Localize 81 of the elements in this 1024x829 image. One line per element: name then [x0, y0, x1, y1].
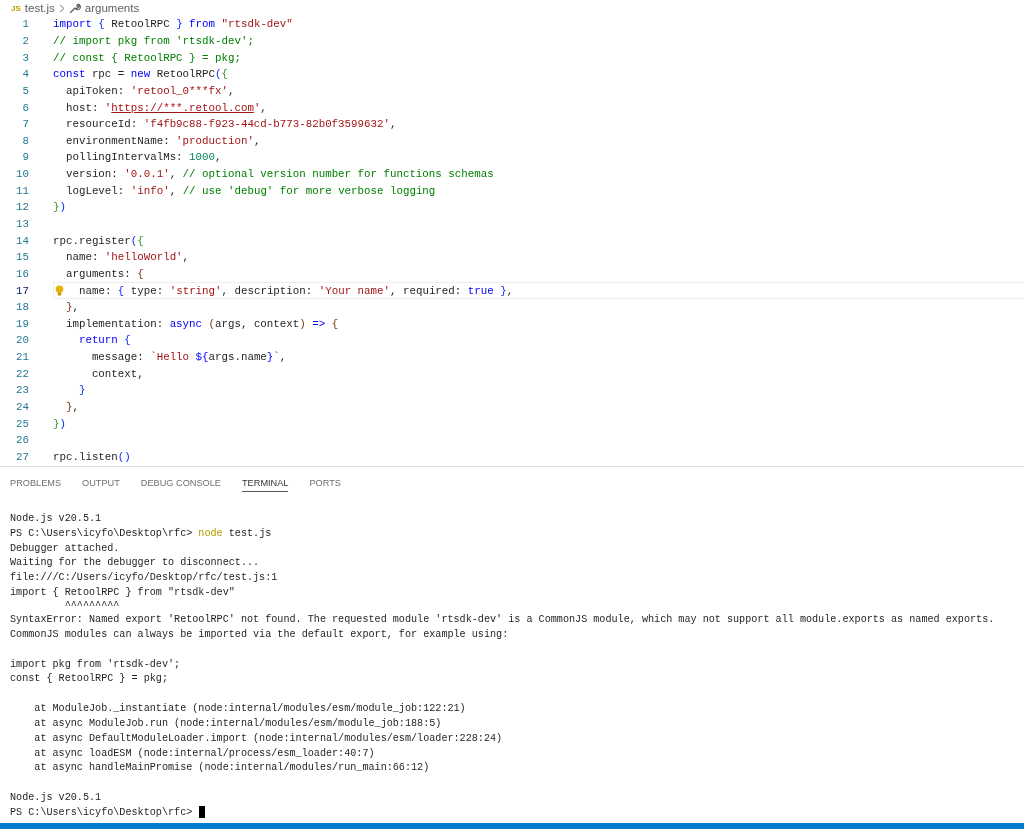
terminal-line: SyntaxError: Named export 'RetoolRPC' not found. The requested module 'rtsdk-dev' is a CommonJS module, which may not support all module.exports as named exports.: [10, 614, 995, 625]
line-number: 19: [15, 317, 29, 330]
line-number: 18: [15, 301, 29, 314]
line-number: 27: [15, 450, 29, 463]
code-line: },: [64, 301, 79, 314]
terminal-line: at async loadESM (node:internal/process/esm_loader:40:7): [33, 747, 375, 759]
code-line: pollingIntervalMs: 1000,: [64, 151, 222, 164]
code-line: host: 'https://***.retool.com',: [64, 101, 267, 114]
line-number: 26: [15, 434, 29, 447]
file-type-label: JS: [11, 3, 21, 13]
line-number: 7: [21, 118, 29, 131]
terminal-line: at async handleMainPromise (node:internal/modules/run_main:66:12): [33, 762, 430, 774]
terminal-line: at async ModuleJob.run (node:internal/modules/esm/module_job:188:5): [33, 717, 442, 729]
code-line: rpc.listen(): [53, 450, 131, 463]
panel-tab[interactable]: OUTPUT: [82, 467, 120, 498]
line-number: 5: [21, 84, 29, 97]
line-number: 8: [21, 134, 29, 147]
code-line: environmentName: 'production',: [64, 134, 261, 147]
code-line: logLevel: 'info', // use 'debug' for more verbose logging: [64, 184, 436, 197]
code-line: arguments: {: [64, 267, 144, 280]
line-number: 20: [15, 334, 29, 347]
panel-tab[interactable]: TERMINAL: [242, 467, 289, 492]
terminal-line: Debugger attached.: [10, 542, 120, 554]
line-number: 25: [15, 417, 29, 430]
line-number: 3: [21, 51, 29, 64]
line-number: 17: [15, 284, 29, 297]
terminal-line: Node.js v20.5.1: [10, 792, 102, 804]
panel-tab[interactable]: DEBUG CONSOLE: [140, 467, 221, 498]
terminal-line: Node.js v20.5.1: [10, 512, 102, 524]
terminal-prompt-line: PS C:\Users\icyfo\Desktop\rfc> node test.js: [10, 527, 272, 539]
code-line: version: '0.0.1', // optional version number for functions schemas: [64, 168, 494, 181]
code-line: message: `Hello ${args.name}`,: [90, 351, 287, 364]
lightbulb-icon[interactable]: [55, 284, 64, 297]
line-number: 22: [15, 367, 29, 380]
wrench-icon: [68, 2, 81, 14]
error-marker: ^^^^^^^^^: [63, 600, 120, 612]
code-line: }: [77, 384, 86, 397]
code-line: // import pkg from 'rtsdk-dev';: [53, 34, 254, 47]
terminal-line: at ModuleJob._instantiate (node:internal/modules/esm/module_job:122:21): [33, 703, 466, 715]
terminal-line: CommonJS modules can always be imported via the default export, for example using:: [10, 628, 509, 640]
terminal-prompt-line: PS C:\Users\icyfo\Desktop\rfc>: [10, 806, 194, 818]
terminal-line: at async DefaultModuleLoader.import (node:internal/modules/esm/loader:228:24): [33, 732, 503, 744]
terminal-line: import { RetoolRPC } from "rtsdk-dev": [10, 587, 235, 599]
panel-tab[interactable]: PROBLEMS: [10, 467, 62, 498]
code-line: apiToken: 'retool_0***fx',: [64, 84, 235, 97]
line-number: 24: [15, 401, 29, 414]
line-number: 15: [15, 251, 29, 264]
line-number: 1: [21, 18, 29, 31]
code-line: // const { RetoolRPC } = pkg;: [53, 51, 241, 64]
terminal-line: import pkg from 'rtsdk-dev';: [10, 658, 181, 670]
code-line: const rpc = new RetoolRPC({: [53, 68, 228, 81]
code-line: }): [53, 201, 66, 214]
code-line: resourceId: 'f4fb9c88-f923-44cd-b773-82b0f3599632',: [64, 118, 397, 131]
terminal-line: const { RetoolRPC } = pkg;: [10, 673, 168, 685]
code-line: context,: [90, 367, 144, 380]
line-number: 13: [15, 218, 29, 230]
line-number: 11: [15, 184, 29, 197]
chevron-icon: [58, 3, 65, 13]
line-number: 14: [15, 234, 29, 247]
code-line: rpc.register({: [53, 234, 144, 247]
line-number: 23: [15, 384, 29, 397]
code-line: implementation: async (args, context) => {: [64, 317, 339, 330]
panel-tab[interactable]: PORTS: [309, 467, 341, 498]
line-number: 4: [21, 68, 29, 81]
line-number: 2: [21, 34, 29, 47]
line-number: 12: [15, 201, 29, 214]
code-line: name: { type: 'string', description: 'Your name', required: true },: [77, 284, 514, 297]
code-line: },: [64, 401, 79, 414]
breadcrumb-item[interactable]: arguments: [84, 2, 140, 14]
breadcrumb-item[interactable]: test.js: [24, 2, 55, 14]
line-number: 10: [15, 168, 29, 181]
line-number: 6: [21, 101, 29, 114]
code-line: }): [53, 417, 66, 430]
code-line: import { RetoolRPC } from "rtsdk-dev": [53, 18, 293, 31]
line-number: 9: [21, 151, 29, 164]
line-number: 21: [15, 351, 29, 364]
code-line: name: 'helloWorld',: [64, 251, 190, 264]
line-number: 16: [15, 267, 29, 280]
terminal-line: file:///C:/Users/icyfo/Desktop/rfc/test.js:1: [10, 572, 278, 584]
terminal-line: Waiting for the debugger to disconnect...: [10, 557, 260, 569]
code-line: return {: [77, 334, 131, 347]
